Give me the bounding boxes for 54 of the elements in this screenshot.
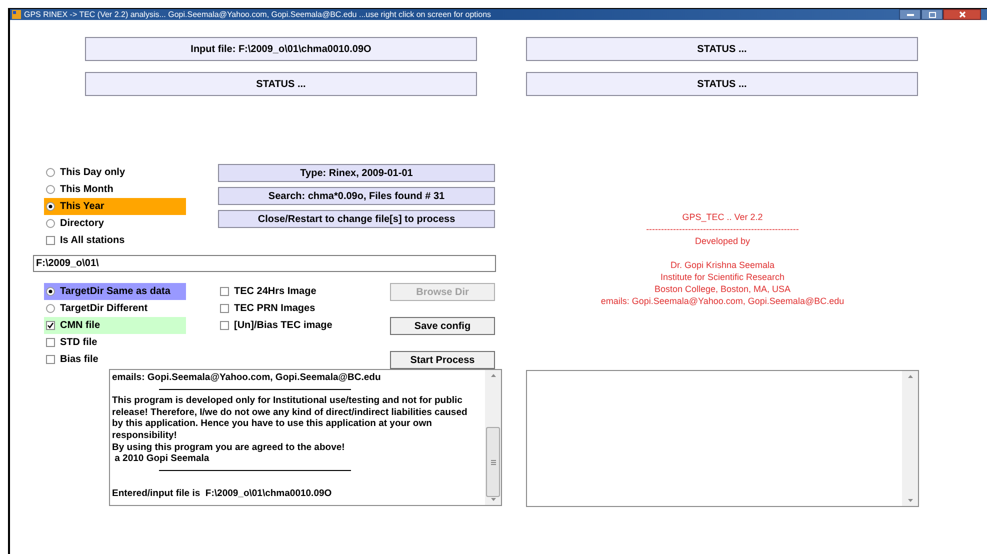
log-text-area[interactable] <box>109 369 502 506</box>
scroll-thumb[interactable] <box>486 427 500 497</box>
close-button[interactable] <box>943 9 981 20</box>
grip-icon <box>490 460 496 464</box>
minimize-button[interactable] <box>899 9 921 20</box>
radio-option[interactable]: This Year <box>44 198 186 215</box>
about-text: Developed by <box>694 235 750 247</box>
checkbox-option[interactable]: CMN file <box>44 317 186 334</box>
checkbox-option[interactable]: STD file <box>44 334 186 351</box>
info-button[interactable]: Close/Restart to change file[s] to process <box>218 210 495 228</box>
checkbox-option[interactable]: TEC PRN Images <box>218 300 388 317</box>
maximize-icon <box>928 12 936 18</box>
about-text: --------------------------------------------------- <box>646 223 799 235</box>
log-line: By using this program you are agreed to the above! <box>112 442 346 454</box>
maximize-button[interactable] <box>921 9 943 20</box>
about-text: GPS_TEC .. Ver 2.2 <box>682 211 763 223</box>
log-line: by this application. Hence you have to use this application at your own <box>112 418 433 430</box>
info-button[interactable]: Type: Rinex, 2009-01-01 <box>218 164 495 182</box>
checkbox-option[interactable]: Bias file <box>44 351 186 368</box>
radio-option[interactable]: TargetDir Same as data <box>44 283 186 300</box>
radio-option[interactable]: Directory <box>44 215 186 232</box>
scrollbar[interactable] <box>485 370 501 505</box>
log-line: responsibility! <box>112 430 178 442</box>
status-button[interactable]: STATUS ... <box>526 37 918 61</box>
status-button[interactable]: STATUS ... <box>85 72 477 96</box>
about-text: Boston College, Boston, MA, USA <box>654 283 791 295</box>
checkbox-option[interactable]: TEC 24Hrs Image <box>218 283 388 300</box>
input-file-button[interactable]: Input file: F:\2009_o\01\chma0010.09O <box>85 37 477 61</box>
about-text: Institute for Scientific Research <box>660 271 785 283</box>
log-line: release! Therefore, I/we do not owe any kind of direct/indirect liabilities caused <box>112 406 468 418</box>
minimize-icon <box>906 14 914 16</box>
checkbox-option[interactable]: [Un]/Bias TEC image <box>218 317 388 334</box>
scroll-up-icon[interactable] <box>490 374 496 377</box>
radio-option[interactable]: TargetDir Different <box>44 300 186 317</box>
about-text: Dr. Gopi Krishna Seemala <box>670 259 775 271</box>
radio-option[interactable]: This Day only <box>44 164 186 181</box>
radio-option[interactable]: This Month <box>44 181 186 198</box>
window-title: GPS RINEX -> TEC (Ver 2.2) analysis... Gopi.Seemala@Yahoo.com, Gopi.Seemala@BC.edu ...use right click on screen for options <box>24 10 492 20</box>
scroll-down-icon[interactable] <box>908 499 912 502</box>
close-icon <box>958 11 966 18</box>
log-line: emails: Gopi.Seemala@Yahoo.com, Gopi.Seemala@BC.edu <box>112 372 382 384</box>
scrollbar[interactable] <box>902 371 918 506</box>
checkbox-option[interactable]: Is All stations <box>44 232 186 249</box>
log-line: a 2010 Gopi Seemala <box>114 453 210 465</box>
status-button[interactable]: STATUS ... <box>526 72 918 96</box>
about-text: emails: Gopi.Seemala@Yahoo.com, Gopi.Seemala@BC.edu <box>600 295 844 307</box>
app-icon <box>12 10 21 19</box>
scroll-up-icon[interactable] <box>908 375 912 378</box>
action-button[interactable]: Save config <box>390 317 495 335</box>
log-line: This program is developed only for Institutional use/testing and not for public <box>112 395 464 407</box>
path-field[interactable]: F:\2009_o\01\ <box>33 255 496 272</box>
action-button[interactable]: Start Process <box>390 351 495 369</box>
info-button[interactable]: Search: chma*0.09o, Files found # 31 <box>218 187 495 205</box>
log-line: Entered/input file is F:\2009_o\01\chma0010.09O <box>112 488 333 500</box>
